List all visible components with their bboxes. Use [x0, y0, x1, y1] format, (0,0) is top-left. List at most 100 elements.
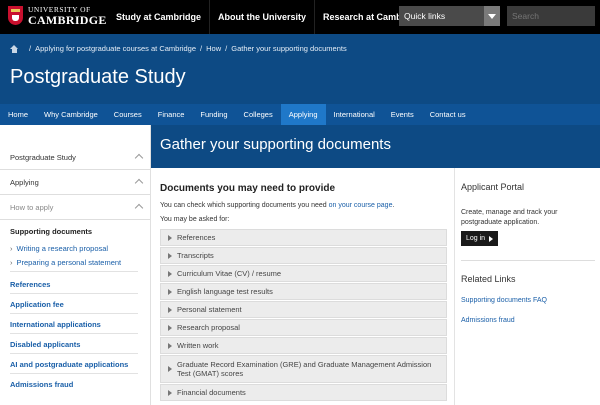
divider — [10, 293, 138, 294]
divider — [10, 313, 138, 314]
accordion-label: Research proposal — [177, 323, 240, 332]
login-button[interactable]: Log in — [461, 231, 498, 246]
chevron-right-icon — [168, 288, 172, 295]
related-link-faq[interactable]: Supporting documents FAQ — [461, 297, 547, 304]
accordion-item-references[interactable]: References — [160, 229, 447, 246]
chevron-right-icon — [168, 306, 172, 313]
nav-why-cambridge[interactable]: Why Cambridge — [36, 104, 106, 125]
sidebar-subitem-label: Preparing a personal statement — [16, 258, 122, 267]
asked-for-text: You may be asked for: — [160, 216, 230, 223]
sidebar-subitem-label: Writing a research proposal — [16, 244, 109, 253]
divider — [10, 373, 138, 374]
chevron-up-icon — [134, 153, 144, 163]
accordion-label: Graduate Record Examination (GRE) and Gr… — [177, 360, 432, 378]
logo-wordmark: UNIVERSITY OF CAMBRIDGE — [28, 6, 107, 26]
nav-funding[interactable]: Funding — [192, 104, 235, 125]
quick-links-dropdown[interactable]: Quick links — [399, 6, 500, 26]
main-nav: Home Why Cambridge Courses Finance Fundi… — [0, 104, 600, 125]
nav-events[interactable]: Events — [383, 104, 422, 125]
divider — [10, 353, 138, 354]
accordion-label: Financial documents — [177, 388, 246, 397]
sidebar-item-label: How to apply — [10, 203, 54, 212]
crest-icon — [8, 6, 23, 26]
divider — [10, 271, 138, 272]
sidebar-link-references[interactable]: References — [10, 280, 50, 289]
chevron-right-icon — [168, 366, 172, 372]
search-input[interactable] — [507, 6, 595, 26]
related-link-admissions-fraud[interactable]: Admissions fraud — [461, 317, 515, 324]
chevron-right-icon — [168, 324, 172, 331]
accordion-item-cv[interactable]: Curriculum Vitae (CV) / resume — [160, 265, 447, 282]
accordion-label: English language test results — [177, 287, 273, 296]
section-title: Documents you may need to provide — [160, 183, 336, 194]
sidebar-item-label: Applying — [10, 178, 39, 187]
accordion-item-written-work[interactable]: Written work — [160, 337, 447, 354]
chevron-right-icon — [168, 252, 172, 259]
page-banner: / Applying for postgraduate courses at C… — [0, 34, 600, 104]
breadcrumb: / Applying for postgraduate courses at C… — [10, 44, 347, 53]
nav-colleges[interactable]: Colleges — [236, 104, 281, 125]
course-page-link[interactable]: on your course page — [329, 202, 393, 209]
accordion-item-transcripts[interactable]: Transcripts — [160, 247, 447, 264]
university-logo[interactable]: UNIVERSITY OF CAMBRIDGE — [8, 6, 107, 26]
accordion-item-financial-documents[interactable]: Financial documents — [160, 384, 447, 401]
sidebar-link-admissions-fraud[interactable]: Admissions fraud — [10, 380, 73, 389]
intro-paragraph: You can check which supporting documents… — [160, 202, 394, 209]
content-title-band: Gather your supporting documents — [151, 125, 600, 168]
chevron-right-icon: › — [10, 244, 13, 253]
sidebar-subitem-research-proposal[interactable]: › Writing a research proposal — [10, 244, 108, 253]
chevron-up-icon — [134, 178, 144, 188]
main-content: Documents you may need to provide You ca… — [151, 168, 454, 405]
accordion-label: References — [177, 233, 216, 242]
content-title: Gather your supporting documents — [160, 136, 391, 153]
accordion-item-english-test[interactable]: English language test results — [160, 283, 447, 300]
related-links-title: Related Links — [461, 274, 516, 284]
top-nav-study[interactable]: Study at Cambridge — [108, 0, 209, 34]
accordion-item-personal-statement[interactable]: Personal statement — [160, 301, 447, 318]
sidebar-link-ai-applications[interactable]: AI and postgraduate applications — [10, 360, 128, 369]
nav-international[interactable]: International — [326, 104, 383, 125]
chevron-up-icon — [134, 203, 144, 213]
sidebar-item-postgraduate-study[interactable]: Postgraduate Study — [0, 145, 150, 170]
intro-text: You can check which supporting documents… — [160, 202, 329, 209]
intro-text-end: . — [392, 202, 395, 209]
chevron-right-icon — [168, 270, 172, 277]
nav-contact-us[interactable]: Contact us — [422, 104, 474, 125]
breadcrumb-item-current: Gather your supporting documents — [231, 44, 347, 53]
sidebar-item-how-to-apply[interactable]: How to apply — [0, 195, 150, 220]
nav-applying[interactable]: Applying — [280, 104, 326, 125]
breadcrumb-separator: / — [225, 44, 228, 53]
nav-finance[interactable]: Finance — [150, 104, 193, 125]
accordion-label: Personal statement — [177, 305, 242, 314]
divider — [461, 260, 595, 261]
nav-courses[interactable]: Courses — [106, 104, 150, 125]
accordion-item-research-proposal[interactable]: Research proposal — [160, 319, 447, 336]
chevron-right-icon — [168, 389, 172, 396]
sidebar-link-disabled-applicants[interactable]: Disabled applicants — [10, 340, 80, 349]
breadcrumb-item-applying[interactable]: Applying for postgraduate courses at Cam… — [35, 44, 196, 53]
sidebar-current-page: Supporting documents — [10, 227, 93, 236]
page-title: Postgraduate Study — [10, 66, 186, 88]
chevron-down-icon — [484, 6, 500, 26]
top-bar: UNIVERSITY OF CAMBRIDGE Study at Cambrid… — [0, 0, 600, 34]
accordion-item-gre-gmat[interactable]: Graduate Record Examination (GRE) and Gr… — [160, 355, 447, 383]
breadcrumb-separator: / — [200, 44, 203, 53]
breadcrumb-separator: / — [29, 44, 32, 53]
top-nav-about[interactable]: About the University — [209, 0, 314, 34]
sidebar-item-applying[interactable]: Applying — [0, 170, 150, 195]
sidebar-subitem-personal-statement[interactable]: › Preparing a personal statement — [10, 258, 121, 267]
divider — [10, 333, 138, 334]
sidebar-link-application-fee[interactable]: Application fee — [10, 300, 64, 309]
breadcrumb-item-how[interactable]: How — [206, 44, 221, 53]
quick-links-label: Quick links — [404, 11, 446, 21]
accordion-label: Written work — [177, 341, 219, 350]
content-area: Postgraduate Study Applying How to apply… — [0, 125, 600, 405]
sidebar-link-international-applications[interactable]: International applications — [10, 320, 101, 329]
chevron-right-icon — [168, 342, 172, 349]
accordion-label: Curriculum Vitae (CV) / resume — [177, 269, 282, 278]
accordion-label: Transcripts — [177, 251, 214, 260]
top-nav: Study at Cambridge About the University … — [108, 0, 432, 34]
applicant-portal-text: Create, manage and track your postgradua… — [461, 209, 558, 226]
nav-home[interactable]: Home — [0, 104, 36, 125]
home-icon[interactable] — [10, 44, 19, 53]
